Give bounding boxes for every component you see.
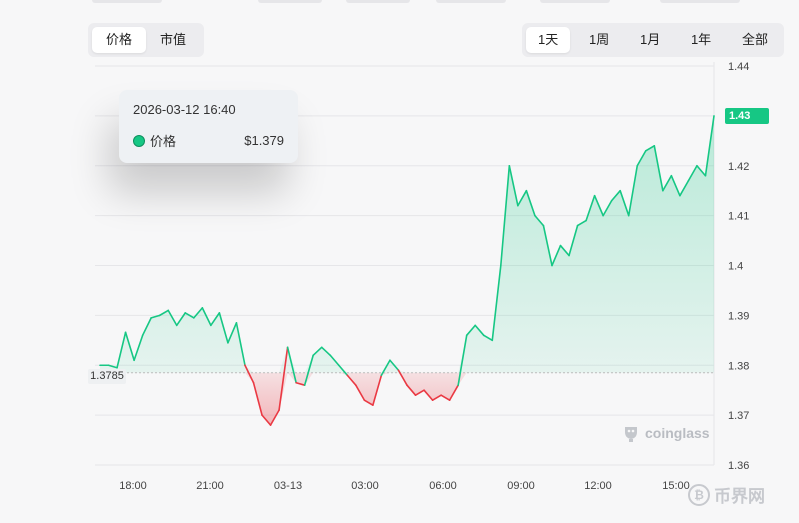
y-tick-label-7: 1.37 [728,410,749,422]
baseline-tag: 1.3785 [88,369,126,384]
x-tick-label-0: 18:00 [119,480,147,492]
bitcoin-coin-icon: ₿ [688,483,710,506]
x-tick-label-6: 12:00 [584,480,612,492]
y-tick-label-0: 1.44 [728,61,749,73]
y-tick-label-6: 1.38 [728,360,749,372]
tooltip-series-label: 价格 [150,134,177,149]
coinglass-logo-icon [625,427,637,442]
x-tick-label-2: 03-13 [274,480,302,492]
y-tick-label-4: 1.4 [728,261,743,273]
price-chart[interactable]: 1.44 1.43 1.42 1.41 1.4 1.39 1.38 1.37 1.36 18:00… [0,0,799,523]
y-tick-label-8: 1.36 [728,460,749,472]
x-tick-label-7: 15:00 [662,480,690,492]
x-tick-label-3: 03:00 [351,480,379,492]
series-dot-icon [133,135,145,147]
site-logo-text: 币界网 [714,487,765,506]
tooltip-value: $1.379 [244,133,284,148]
area-below-baseline [100,372,714,426]
y-tick-label-2: 1.42 [728,161,749,173]
y-tick-label-5: 1.39 [728,310,749,322]
chart-tooltip: 2026-03-12 16:40 价格 $1.379 [119,90,298,163]
x-tick-label-1: 21:00 [196,480,224,492]
tooltip-series: 价格 [133,131,176,150]
coinglass-watermark: coinglass [622,423,710,443]
x-tick-label-4: 06:00 [429,480,457,492]
tooltip-time: 2026-03-12 16:40 [133,102,236,117]
site-logo: ₿ 币界网 [688,482,765,507]
current-price-tag: 1.43 [725,108,769,124]
watermark-text: coinglass [645,425,710,441]
x-tick-label-5: 09:00 [507,480,535,492]
y-tick-label-3: 1.41 [728,211,749,223]
